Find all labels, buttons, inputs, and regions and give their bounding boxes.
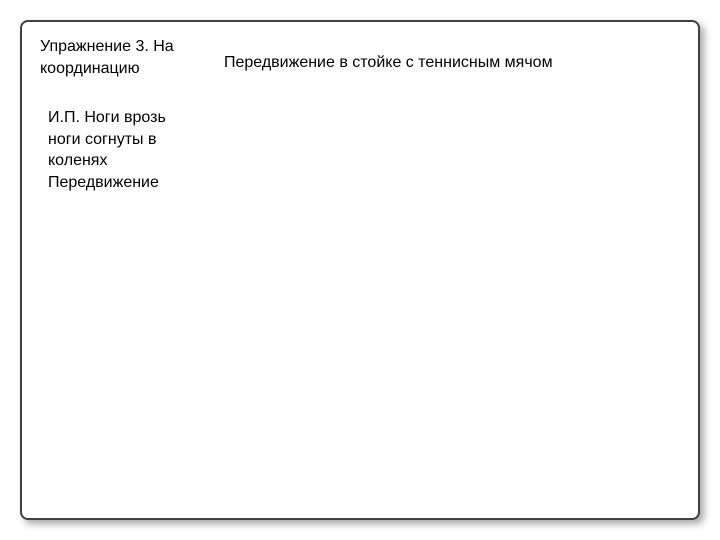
exercise-title: Упражнение 3. На координацию	[40, 36, 200, 79]
exercise-subtitle: Передвижение в стойке с теннисным мячом	[224, 36, 553, 74]
exercise-description: И.П. Ноги врозь ноги согнуты в коленях П…	[48, 107, 188, 193]
header-row: Упражнение 3. На координацию Передвижени…	[40, 36, 680, 79]
content-frame: Упражнение 3. На координацию Передвижени…	[20, 20, 700, 520]
